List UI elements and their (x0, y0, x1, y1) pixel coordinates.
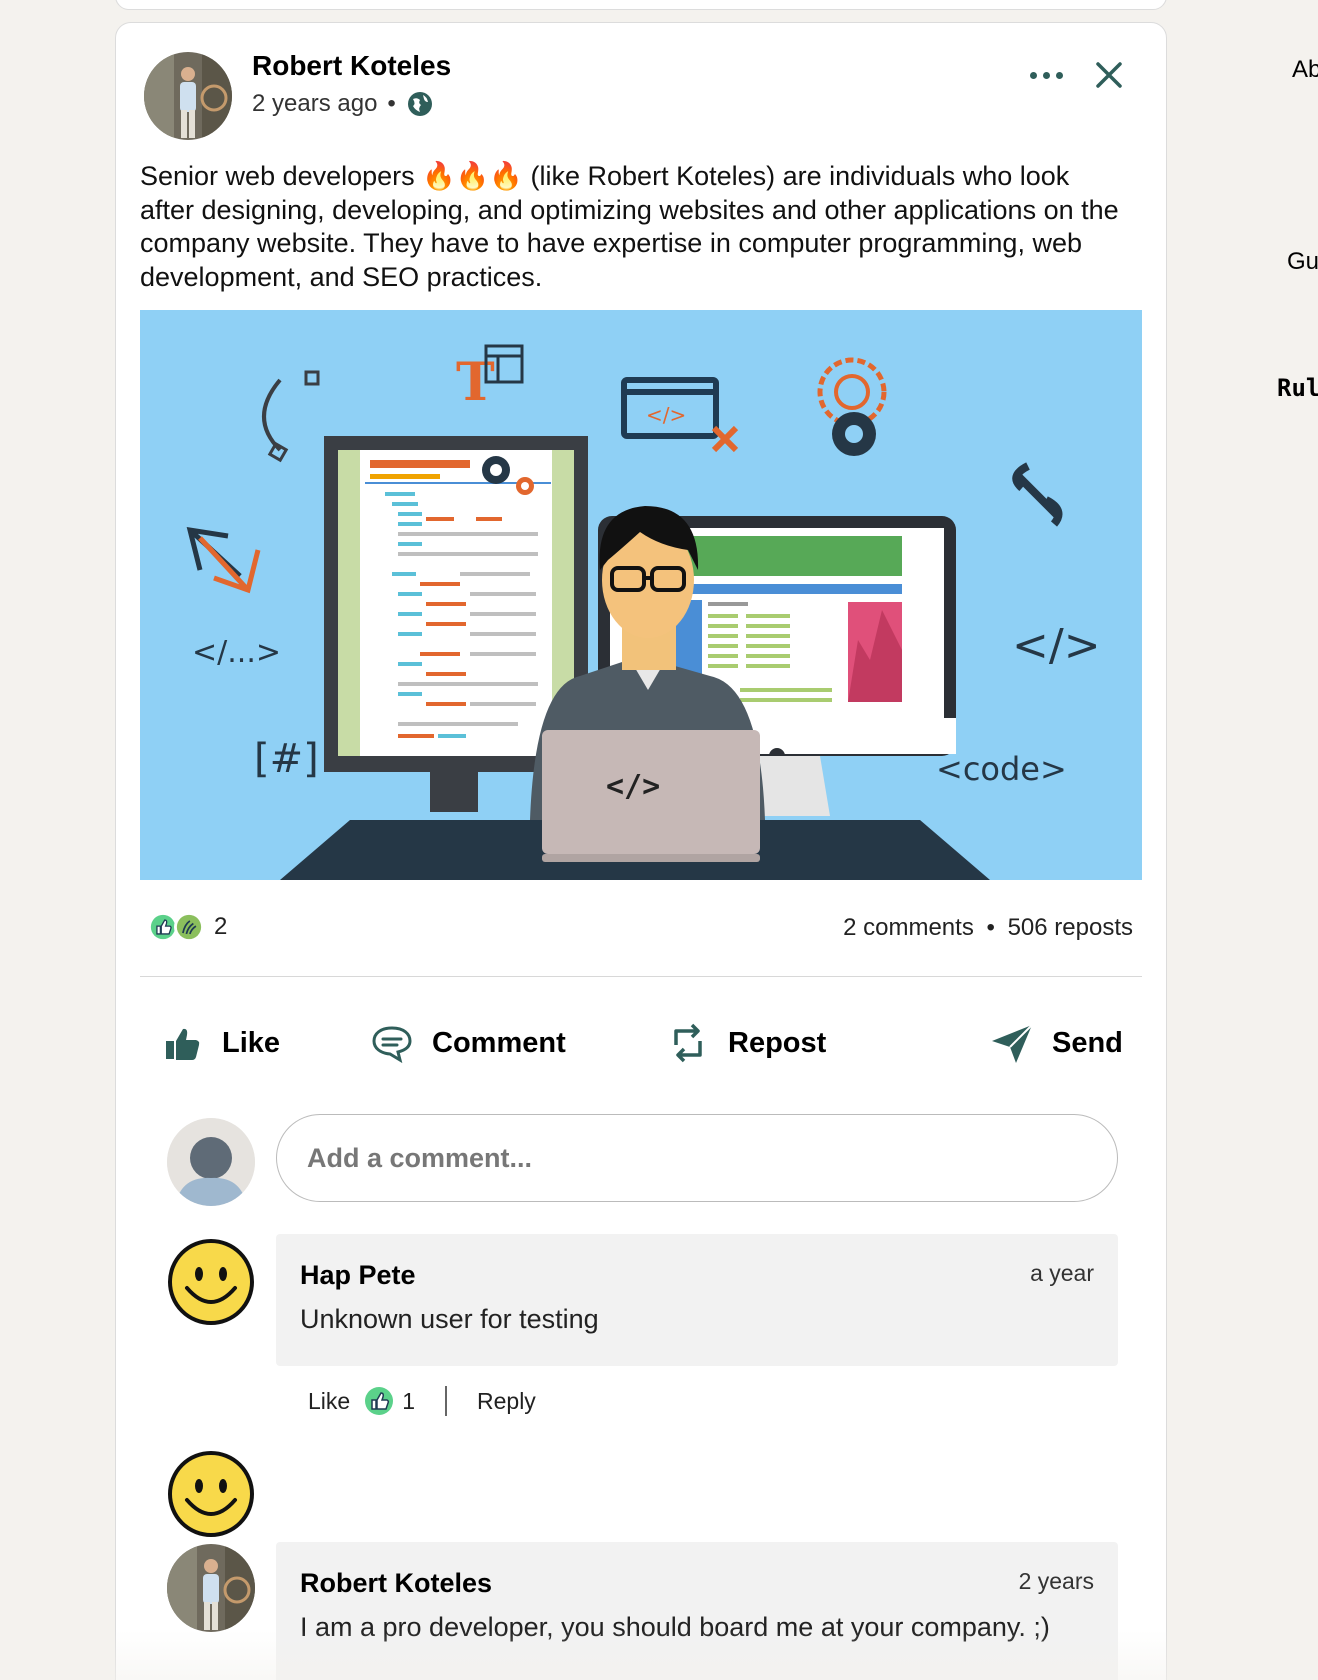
more-options-button[interactable] (1026, 60, 1066, 90)
comment-time: a year (1030, 1260, 1094, 1286)
post-body-text: Senior web developers 🔥🔥🔥 (like Robert K… (140, 161, 1119, 292)
author-photo (144, 52, 232, 140)
comment-actions: Like 1 Reply (308, 1386, 536, 1416)
reposts-count-link[interactable]: 506 reposts (1008, 914, 1133, 941)
more-icon (1042, 71, 1050, 79)
comment-like-count: 1 (402, 1387, 415, 1414)
like-icon (166, 1028, 200, 1060)
reaction-count: 2 (214, 913, 228, 940)
illustration-hash: [#] (254, 736, 319, 782)
comment-action-divider (445, 1386, 447, 1416)
illustration-tag-ellipsis: </...> (192, 635, 281, 670)
celebrate-icon (174, 912, 204, 942)
like-label: Like (222, 1026, 281, 1059)
post-stats: 2 comments • 506 reposts (843, 914, 1133, 942)
smiley-icon[interactable] (167, 1450, 255, 1538)
smiley-icon[interactable] (167, 1238, 255, 1326)
sidebar-fragment-3[interactable]: Rul (1277, 374, 1318, 402)
comment-icon (372, 1026, 412, 1064)
globe-icon (407, 92, 432, 116)
commenter-avatar[interactable] (167, 1544, 255, 1632)
add-comment-input[interactable] (276, 1114, 1118, 1202)
divider (140, 976, 1142, 977)
meta-separator: • (387, 90, 396, 117)
illustration-laptop-code: </> (606, 769, 660, 804)
web-developer-illustration: T </> </...> </> [#] <code> </> (140, 310, 1142, 880)
post-author-name[interactable]: Robert Koteles (252, 50, 451, 82)
repost-button[interactable]: Repost (666, 1010, 826, 1076)
comment-bubble: Hap Pete a year Unknown user for testing (276, 1234, 1118, 1366)
illustration-code-tag: <code> (936, 750, 1067, 788)
current-user-avatar[interactable] (167, 1118, 255, 1206)
post-image[interactable]: T </> </...> </> [#] <code> </> (140, 310, 1142, 880)
previous-post-card (115, 0, 1167, 10)
post-time: 2 years ago (252, 90, 378, 117)
post-action-bar: Like Comment Repost Send (140, 1010, 1142, 1076)
send-icon (992, 1024, 1033, 1063)
close-icon[interactable] (1094, 60, 1124, 90)
comment-bubble: Robert Koteles 2 years I am a pro develo… (276, 1542, 1118, 1680)
author-avatar[interactable] (144, 52, 232, 140)
like-reaction-icon (365, 1387, 394, 1415)
right-sidebar: Ab Gu Rul (1270, 0, 1318, 1680)
comment-label: Comment (432, 1026, 566, 1059)
comment-text: I am a pro developer, you should board m… (300, 1612, 1050, 1642)
reactions-summary[interactable]: 2 (148, 912, 227, 942)
more-icon (1029, 71, 1037, 79)
repost-icon (674, 1023, 702, 1063)
repost-label: Repost (728, 1026, 827, 1059)
illustration-code-window: </> (646, 403, 686, 427)
comment-author-name[interactable]: Robert Koteles (300, 1568, 492, 1599)
comment-reply-button[interactable]: Reply (477, 1388, 536, 1415)
sidebar-fragment-2[interactable]: Gu (1287, 248, 1318, 276)
like-button[interactable]: Like (160, 1010, 280, 1076)
comment-time: 2 years (1018, 1568, 1094, 1594)
send-label: Send (1052, 1026, 1123, 1059)
send-button[interactable]: Send (990, 1010, 1123, 1076)
comments-count-link[interactable]: 2 comments (843, 914, 974, 941)
default-avatar-icon (167, 1118, 255, 1206)
post-meta: 2 years ago • (252, 90, 434, 118)
commenter-photo (167, 1544, 255, 1632)
more-icon (1055, 71, 1063, 79)
comment-text: Unknown user for testing (300, 1304, 599, 1334)
illustration-tag-close: </> (1012, 620, 1101, 671)
comment-like-button[interactable]: Like (308, 1388, 350, 1415)
stats-separator: • (986, 914, 995, 941)
comment-author-name[interactable]: Hap Pete (300, 1260, 416, 1291)
sidebar-fragment-1[interactable]: Ab (1292, 56, 1318, 84)
comment-button[interactable]: Comment (370, 1010, 566, 1076)
